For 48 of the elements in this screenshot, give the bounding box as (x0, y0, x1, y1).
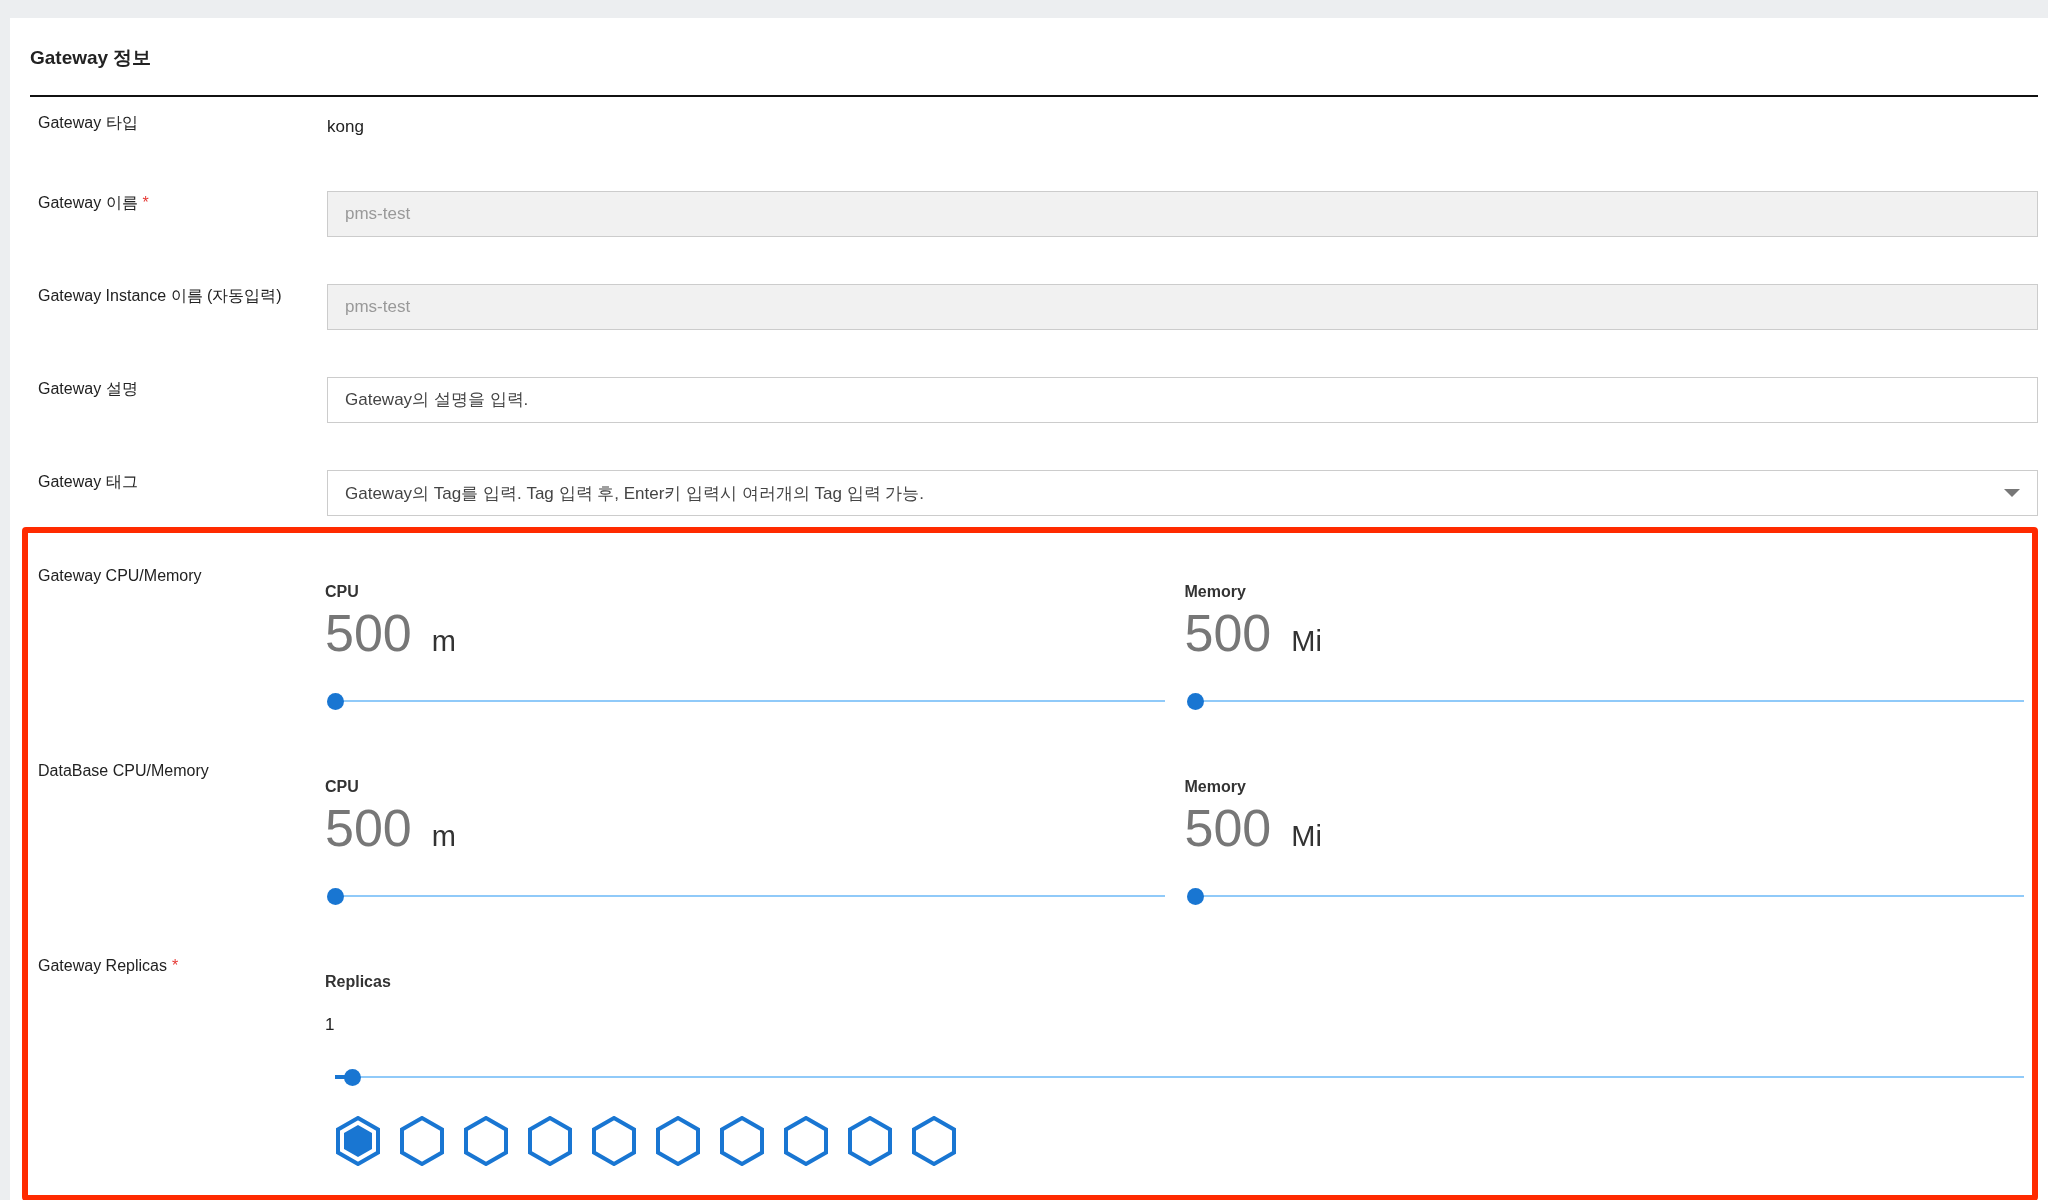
meter-value: 500 (325, 798, 412, 858)
field-label: Gateway 이름 (38, 194, 138, 211)
meter-unit: m (431, 820, 456, 853)
meter-label: Memory (1184, 778, 1246, 795)
meter-label: Memory (1184, 583, 1246, 600)
text-field[interactable]: Gateway의 설명을 입력. (327, 377, 2038, 423)
slider-thumb[interactable] (1186, 888, 1204, 905)
hexagon-icon[interactable] (783, 1116, 829, 1166)
meter-label: Replicas (325, 973, 391, 990)
replica-count: 1 (325, 1015, 335, 1034)
slider-thumb[interactable] (1186, 693, 1204, 710)
field-value: kong (327, 117, 364, 136)
hexagon-icon[interactable] (399, 1116, 445, 1166)
field-label: Gateway Replicas (38, 957, 167, 974)
slider-thumb[interactable] (343, 1069, 361, 1086)
meter-label: CPU (325, 778, 359, 795)
slider-track[interactable] (1186, 693, 2024, 710)
slider-track[interactable] (327, 888, 1165, 905)
tag-select-field[interactable]: Gateway의 Tag를 입력. Tag 입력 후, Enter키 입력시 여러개의 Tag 입력 가능. (327, 470, 2038, 516)
field-label: Gateway CPU/Memory (38, 567, 202, 584)
field-label: Gateway 태그 (38, 473, 138, 490)
meter-value: 500 (325, 603, 412, 663)
hexagon-icon[interactable] (591, 1116, 637, 1166)
meter-unit: Mi (1291, 625, 1322, 658)
required-mark: * (142, 194, 149, 211)
hexagon-icon[interactable] (655, 1116, 701, 1166)
required-mark: * (171, 957, 179, 974)
meter-unit: m (431, 625, 456, 658)
field-label: Gateway 타입 (38, 114, 138, 131)
field-label: Gateway 설명 (38, 380, 138, 397)
hexagon-icon[interactable] (335, 1116, 381, 1166)
hexagon-icon[interactable] (527, 1116, 573, 1166)
hexagon-icon[interactable] (847, 1116, 893, 1166)
meter-unit: Mi (1291, 820, 1322, 853)
caret-icon (2004, 489, 2020, 497)
field-label: DataBase CPU/Memory (38, 762, 209, 779)
slider-thumb[interactable] (327, 693, 344, 710)
hexagon-icon[interactable] (463, 1116, 509, 1166)
meter-label: CPU (325, 583, 359, 600)
slider-track[interactable] (1186, 888, 2024, 905)
meter-value: 500 (1184, 603, 1272, 663)
hexagon-icon[interactable] (911, 1116, 957, 1166)
field-label: Gateway Instance 이름 (자동입력) (38, 287, 282, 304)
panel-title: Gateway 정보 (30, 46, 153, 70)
slider-thumb[interactable] (327, 888, 344, 905)
meter-value: 500 (1184, 798, 1272, 858)
slider-track[interactable] (327, 693, 1165, 710)
hexagon-icon[interactable] (719, 1116, 765, 1166)
